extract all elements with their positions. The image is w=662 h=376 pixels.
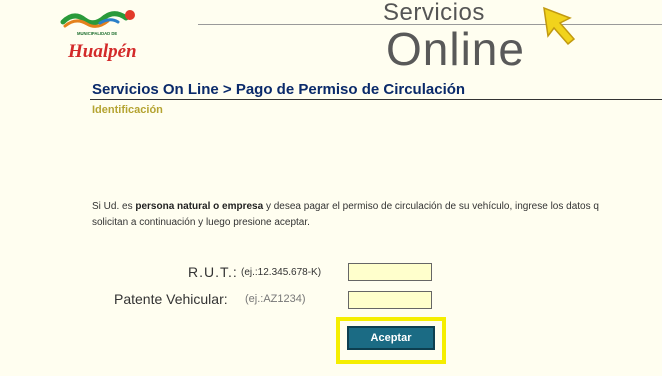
- instructions-bold: persona natural o empresa: [135, 201, 264, 212]
- rut-label: R.U.T.:: [188, 264, 238, 280]
- breadcrumb-separator: >: [222, 81, 232, 98]
- logo-graphic: MUNICIPALIDAD DE Hualpén: [60, 10, 137, 62]
- section-title: Identificación: [92, 104, 163, 116]
- header-online: Online: [386, 23, 525, 75]
- patente-input[interactable]: [348, 291, 432, 309]
- breadcrumb: Servicios On Line > Pago de Permiso de C…: [92, 81, 465, 98]
- logo-small-text: MUNICIPALIDAD DE: [77, 31, 117, 36]
- instructions-line2: solicitan a continuación y luego presion…: [92, 217, 310, 228]
- logo-name: Hualpén: [67, 41, 137, 62]
- rut-input[interactable]: [348, 263, 432, 281]
- rut-hint: (ej.:12.345.678-K): [241, 267, 322, 278]
- arrow-cursor-icon: [543, 6, 576, 46]
- instructions-part1: Si Ud. es: [92, 201, 136, 212]
- breadcrumb-current: Pago de Permiso de Circulación: [235, 81, 466, 98]
- accept-button[interactable]: Aceptar: [347, 326, 435, 350]
- breadcrumb-divider: [90, 99, 662, 100]
- patente-label: Patente Vehicular:: [114, 291, 228, 307]
- instructions-part2: y desea pagar el permiso de circulación …: [263, 201, 599, 212]
- instructions-text: Si Ud. es persona natural o empresa y de…: [92, 199, 662, 231]
- municipality-logo[interactable]: MUNICIPALIDAD DE Hualpén: [60, 6, 140, 66]
- breadcrumb-root[interactable]: Servicios On Line: [92, 81, 219, 98]
- patente-hint: (ej.:AZ1234): [245, 293, 306, 305]
